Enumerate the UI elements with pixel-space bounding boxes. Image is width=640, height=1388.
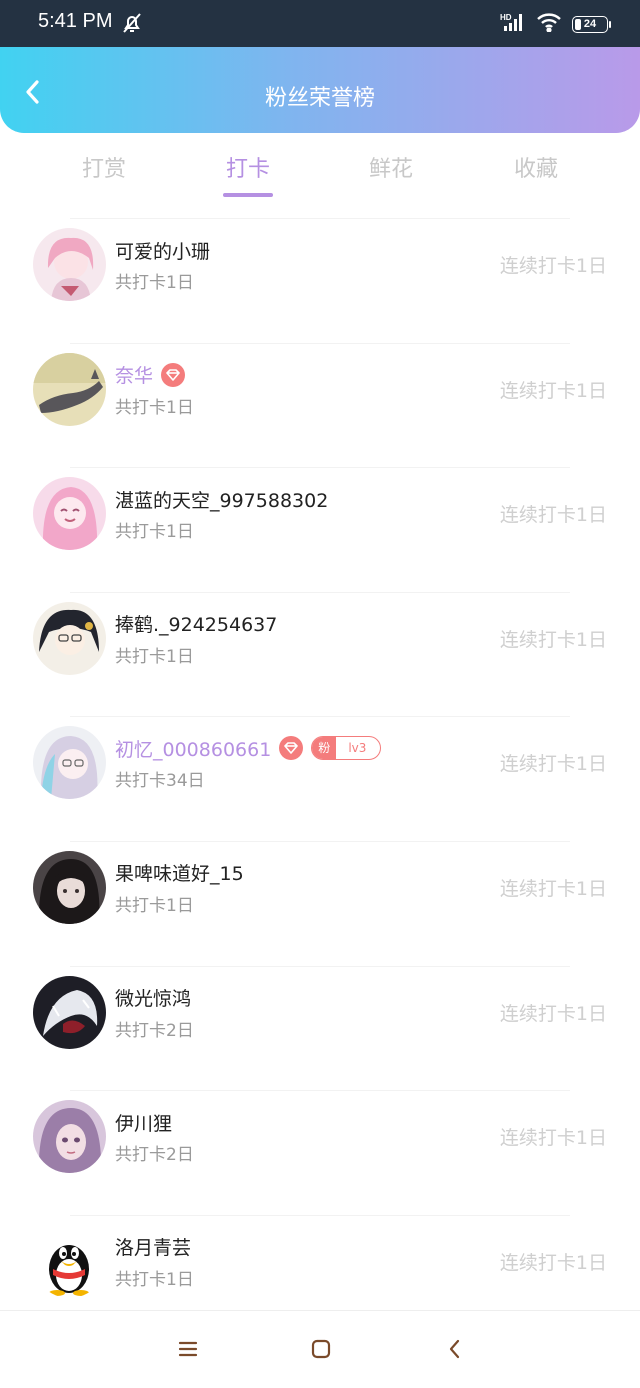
avatar[interactable] — [33, 850, 106, 924]
status-bar: 5:41 PM HD 24 — [0, 0, 640, 47]
streak-checkin: 连续打卡1日 — [499, 628, 607, 651]
avatar[interactable] — [33, 975, 106, 1049]
hd-signal-icon: HD — [500, 12, 526, 36]
total-checkin: 共打卡1日 — [115, 522, 194, 543]
list-item[interactable]: 湛蓝的天空_997588302 共打卡1日 连续打卡1日 — [0, 467, 640, 592]
svg-text:HD: HD — [500, 13, 512, 22]
user-name[interactable]: 初忆_000860661 — [115, 735, 271, 762]
streak-checkin: 连续打卡1日 — [499, 877, 607, 900]
total-checkin: 共打卡1日 — [115, 1269, 194, 1290]
status-icons: HD 24 — [500, 12, 611, 36]
avatar[interactable] — [33, 228, 106, 301]
menu-icon[interactable] — [176, 1337, 200, 1361]
list-item[interactable]: 初忆_000860661 粉 lv3 共打卡34日 连续打卡1日 — [0, 716, 640, 841]
diamond-icon — [279, 736, 304, 761]
total-checkin: 共打卡1日 — [115, 646, 194, 667]
battery-icon: 24 — [572, 15, 611, 33]
list-item[interactable]: 可爱的小珊 共打卡1日 连续打卡1日 — [0, 218, 640, 343]
user-name[interactable]: 湛蓝的天空_997588302 — [115, 486, 328, 513]
fan-badge-level: lv3 — [348, 741, 367, 756]
list-item[interactable]: 果啤味道好_15 共打卡1日 连续打卡1日 — [0, 840, 640, 966]
user-name[interactable]: 捧鹤._924254637 — [115, 610, 277, 637]
status-time: 5:41 PM — [38, 10, 113, 32]
avatar[interactable] — [33, 352, 106, 426]
system-nav-bar — [0, 1310, 640, 1388]
streak-checkin: 连续打卡1日 — [499, 1127, 607, 1150]
home-square-icon[interactable] — [309, 1337, 333, 1361]
avatar[interactable] — [33, 1100, 106, 1174]
streak-checkin: 连续打卡1日 — [499, 1251, 607, 1274]
tab-favorites[interactable]: 收藏 — [476, 151, 596, 183]
total-checkin: 共打卡1日 — [115, 895, 194, 916]
user-name[interactable]: 伊川狸 — [115, 1109, 172, 1136]
user-name[interactable]: 可爱的小珊 — [115, 237, 210, 264]
streak-checkin: 连续打卡1日 — [499, 504, 607, 527]
user-name[interactable]: 奈华 — [115, 361, 153, 388]
tab-tips[interactable]: 打赏 — [44, 151, 164, 183]
streak-checkin: 连续打卡1日 — [499, 255, 607, 277]
user-name[interactable]: 果啤味道好_15 — [115, 859, 244, 886]
fan-level-badge: 粉 lv3 — [311, 736, 382, 761]
total-checkin: 共打卡34日 — [115, 771, 205, 792]
total-checkin: 共打卡2日 — [115, 1145, 194, 1166]
list-item[interactable]: 微光惊鸿 共打卡2日 连续打卡1日 — [0, 965, 640, 1091]
total-checkin: 共打卡1日 — [115, 397, 194, 418]
total-checkin: 共打卡1日 — [115, 273, 194, 293]
tab-checkin[interactable]: 打卡 — [188, 151, 308, 183]
header: 粉丝荣誉榜 — [0, 47, 640, 133]
fan-badge-label: 粉 — [312, 737, 337, 760]
streak-checkin: 连续打卡1日 — [499, 1002, 607, 1025]
back-chevron-icon[interactable] — [443, 1337, 467, 1361]
list-item[interactable]: 捧鹤._924254637 共打卡1日 连续打卡1日 — [0, 591, 640, 717]
tab-flowers[interactable]: 鲜花 — [331, 151, 451, 183]
bell-off-icon — [120, 11, 144, 39]
battery-level: 24 — [583, 17, 597, 30]
user-name[interactable]: 洛月青芸 — [115, 1233, 191, 1260]
diamond-icon — [161, 362, 186, 387]
avatar[interactable] — [33, 1224, 106, 1298]
tab-indicator — [223, 193, 273, 197]
avatar[interactable] — [33, 726, 106, 800]
wifi-icon — [536, 12, 562, 36]
total-checkin: 共打卡2日 — [115, 1020, 194, 1041]
streak-checkin: 连续打卡1日 — [499, 379, 607, 402]
fan-list: 可爱的小珊 共打卡1日 连续打卡1日 奈华 共打卡1日 连续打卡1日 湛蓝的天空… — [0, 218, 640, 1339]
avatar[interactable] — [33, 601, 106, 675]
list-item[interactable]: 奈华 共打卡1日 连续打卡1日 — [0, 342, 640, 468]
streak-checkin: 连续打卡1日 — [499, 753, 607, 776]
user-name[interactable]: 微光惊鸿 — [115, 984, 191, 1011]
avatar[interactable] — [33, 477, 106, 551]
tab-bar: 打赏 打卡 鲜花 收藏 — [0, 133, 640, 219]
page-title: 粉丝荣誉榜 — [264, 86, 375, 111]
list-item[interactable]: 伊川狸 共打卡2日 连续打卡1日 — [0, 1090, 640, 1215]
